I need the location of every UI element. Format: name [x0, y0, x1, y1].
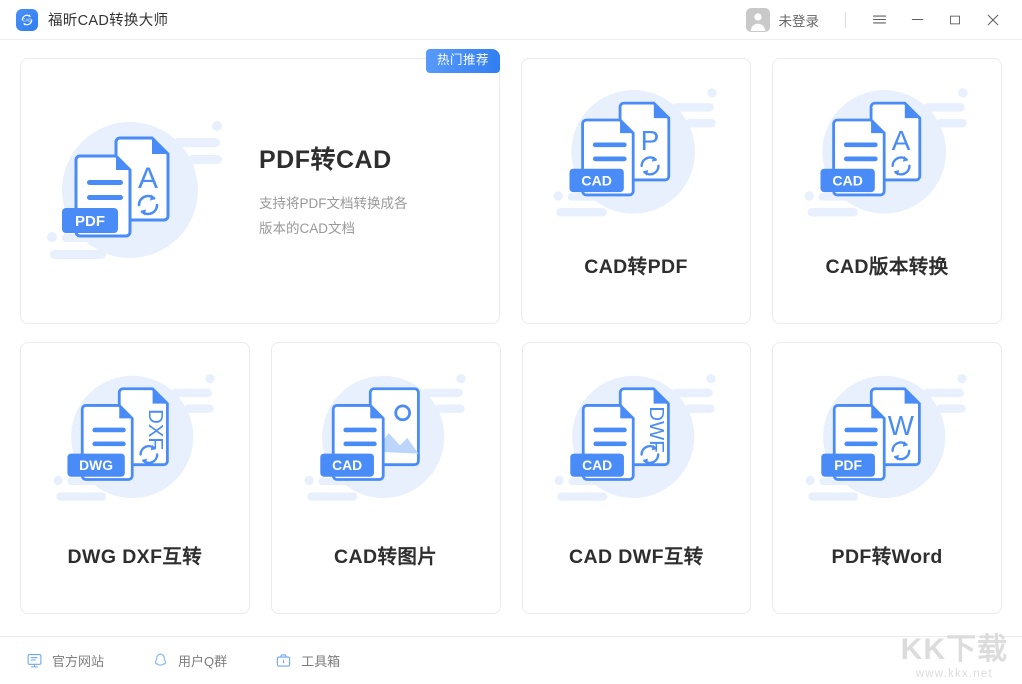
- watermark-title: KK下载: [901, 635, 1008, 665]
- card-title: DWG DXF互转: [68, 540, 203, 569]
- svg-text:A: A: [892, 125, 911, 156]
- hero-title: PDF转CAD: [259, 140, 408, 176]
- monitor-icon: [26, 652, 43, 669]
- feature-row-2: DXF DWG: [20, 342, 1002, 614]
- svg-text:PDF: PDF: [75, 213, 105, 230]
- feature-card-cad-version-convert[interactable]: A CAD: [772, 58, 1002, 324]
- svg-text:DXF: DXF: [144, 409, 166, 450]
- cad-to-pdf-illustration: P CAD: [547, 73, 725, 246]
- title-bar: CAD 福昕CAD转换大师 未登录: [0, 0, 1022, 40]
- footer-label: 用户Q群: [178, 651, 227, 670]
- hamburger-menu-icon: [871, 11, 888, 28]
- cad-version-convert-illustration: A CAD: [798, 73, 976, 246]
- dwg-dxf-illustration: DXF DWG: [47, 361, 223, 528]
- maximize-icon: [948, 13, 962, 27]
- close-icon: [985, 12, 1001, 28]
- feature-card-pdf-to-cad[interactable]: 热门推荐: [20, 58, 500, 324]
- hero-description-line2: 版本的CAD文档: [259, 221, 355, 236]
- qq-penguin-icon: [152, 652, 169, 669]
- svg-text:CAD: CAD: [332, 457, 362, 473]
- menu-button[interactable]: [864, 0, 894, 40]
- svg-text:CAD: CAD: [832, 173, 862, 189]
- svg-text:CAD: CAD: [582, 457, 612, 473]
- svg-text:W: W: [888, 410, 915, 441]
- hero-description-line1: 支持将PDF文档转换成各: [259, 196, 408, 211]
- toolbox-icon: [275, 652, 292, 669]
- card-title: CAD转PDF: [584, 250, 688, 279]
- footer-label: 工具箱: [301, 651, 340, 670]
- app-window: CAD 福昕CAD转换大师 未登录: [0, 0, 1022, 684]
- footer-link-official-site[interactable]: 官方网站: [26, 651, 104, 670]
- feature-row-1: 热门推荐: [20, 58, 1002, 324]
- svg-text:CAD: CAD: [23, 17, 32, 22]
- card-title: PDF转Word: [832, 540, 943, 569]
- feature-card-pdf-to-word[interactable]: W PDF: [772, 342, 1002, 614]
- cad-dwf-illustration: DWF CAD: [548, 361, 724, 528]
- footer-link-qq-group[interactable]: 用户Q群: [152, 651, 227, 670]
- card-title: CAD版本转换: [825, 250, 948, 279]
- svg-text:A: A: [138, 162, 158, 195]
- hot-recommend-badge: 热门推荐: [426, 49, 500, 73]
- watermark-url: www.kkx.net: [901, 668, 1008, 680]
- minimize-button[interactable]: [902, 0, 932, 40]
- card-title: CAD DWF互转: [569, 540, 704, 569]
- svg-text:CAD: CAD: [581, 173, 611, 189]
- card-title: CAD转图片: [334, 540, 437, 569]
- footer-label: 官方网站: [52, 651, 104, 670]
- cad-to-image-illustration: CAD: [298, 361, 474, 528]
- app-title: 福昕CAD转换大师: [48, 9, 168, 30]
- cad-convert-app-icon: CAD: [16, 9, 38, 31]
- site-watermark: KK下载 www.kkx.net: [901, 635, 1008, 680]
- hero-description: 支持将PDF文档转换成各 版本的CAD文档: [259, 192, 408, 242]
- feature-card-cad-to-image[interactable]: CAD CAD转图片: [271, 342, 501, 614]
- user-login-status: 未登录: [779, 10, 820, 30]
- feature-card-cad-to-pdf[interactable]: P CAD: [521, 58, 751, 324]
- pdf-to-cad-illustration: A: [21, 104, 253, 279]
- svg-text:DWG: DWG: [79, 457, 113, 473]
- feature-card-dwg-dxf-convert[interactable]: DXF DWG: [20, 342, 250, 614]
- minimize-icon: [910, 12, 925, 27]
- pdf-to-cad-text: PDF转CAD 支持将PDF文档转换成各 版本的CAD文档: [253, 140, 408, 242]
- feature-grid: 热门推荐: [0, 40, 1022, 614]
- user-avatar-icon: [746, 8, 770, 32]
- pdf-to-word-illustration: W PDF: [799, 361, 975, 528]
- title-bar-right: 未登录: [746, 0, 1022, 39]
- close-button[interactable]: [978, 0, 1008, 40]
- user-account-button[interactable]: 未登录: [746, 8, 820, 32]
- footer-link-toolbox[interactable]: 工具箱: [275, 651, 340, 670]
- svg-text:P: P: [641, 125, 660, 156]
- title-bar-divider: [845, 12, 846, 28]
- feature-card-cad-dwf-convert[interactable]: DWF CAD: [522, 342, 752, 614]
- maximize-button[interactable]: [940, 0, 970, 40]
- footer-bar: 官方网站 用户Q群 工具箱 KK下载 www.kkx.net: [0, 636, 1022, 684]
- svg-text:PDF: PDF: [834, 457, 862, 473]
